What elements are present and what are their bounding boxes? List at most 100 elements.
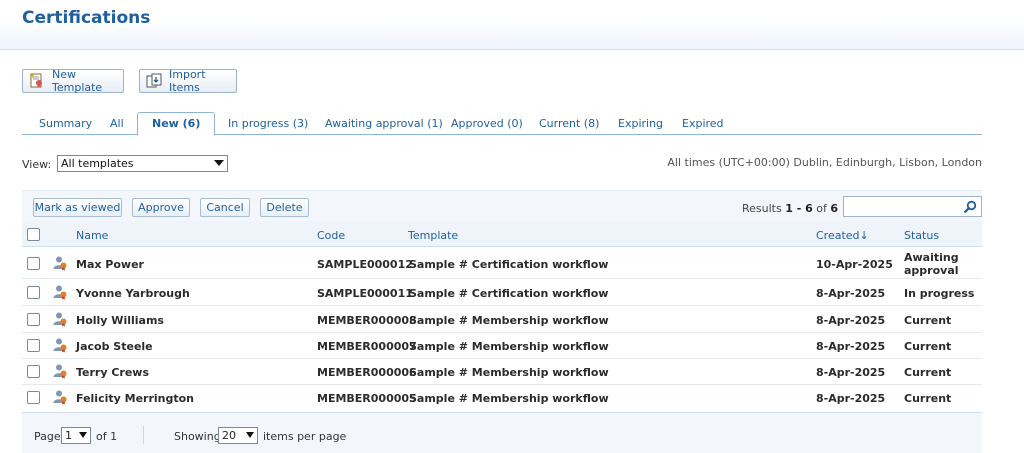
row-created: 8-Apr-2025 [816, 287, 886, 300]
column-created[interactable]: Created↓ [816, 229, 869, 242]
page-of-label: of 1 [96, 430, 118, 443]
row-code: MEMBER000007 [317, 340, 417, 353]
pager-divider [143, 426, 144, 444]
search-icon[interactable] [964, 200, 977, 213]
tab-in-progress[interactable]: In progress (3) [228, 113, 308, 135]
user-badge-icon [52, 363, 68, 379]
sort-arrow-icon: ↓ [859, 229, 869, 242]
tab-summary[interactable]: Summary [39, 113, 92, 135]
page-label: Page [34, 430, 61, 443]
tab-expiring[interactable]: Expiring [618, 113, 663, 135]
new-template-button[interactable]: New Template [22, 68, 124, 94]
row-code: SAMPLE000011 [317, 287, 413, 300]
tab-all[interactable]: All [110, 113, 124, 135]
row-status: Current [904, 314, 952, 327]
row-status: In progress [904, 287, 975, 300]
row-checkbox[interactable] [27, 286, 40, 299]
row-code: MEMBER000006 [317, 366, 417, 379]
table-row[interactable]: Jacob Steele MEMBER000007 Sample # Membe… [22, 333, 982, 359]
per-page-suffix: items per page [263, 430, 347, 443]
row-checkbox[interactable] [27, 257, 40, 270]
row-checkbox[interactable] [27, 313, 40, 326]
row-status: Current [904, 392, 952, 405]
per-page-select[interactable]: 20 [218, 427, 258, 444]
row-name[interactable]: Felicity Merrington [76, 392, 194, 405]
chevron-down-icon [214, 160, 224, 166]
search-input[interactable] [843, 196, 982, 217]
row-name[interactable]: Yvonne Yarbrough [76, 287, 190, 300]
user-badge-icon [52, 337, 68, 353]
row-name[interactable]: Jacob Steele [76, 340, 153, 353]
row-created: 10-Apr-2025 [816, 258, 893, 271]
table-header: Name Code Template Created↓ Status [22, 221, 982, 247]
row-checkbox[interactable] [27, 339, 40, 352]
results-prefix: Results [742, 202, 782, 215]
showing-label: Showing [174, 430, 221, 443]
row-template: Sample # Membership workflow [409, 340, 609, 353]
results-count: Results 1 - 6 of 6 [742, 202, 838, 215]
approve-button[interactable]: Approve [132, 198, 190, 217]
user-badge-icon [52, 311, 68, 327]
row-template: Sample # Certification workflow [409, 258, 609, 271]
pager-bar: Page 1 of 1 Showing 20 items per page [22, 412, 982, 453]
row-created: 8-Apr-2025 [816, 366, 886, 379]
table-row[interactable]: Yvonne Yarbrough SAMPLE000011 Sample # C… [22, 280, 982, 306]
view-label: View: [22, 158, 52, 171]
row-status: Awaiting [904, 251, 959, 264]
import-items-label: Import Items [169, 68, 206, 94]
page-header: Certifications [0, 0, 1024, 50]
column-code[interactable]: Code [317, 229, 345, 242]
mark-as-viewed-button[interactable]: Mark as viewed [33, 198, 122, 217]
import-icon [146, 73, 162, 89]
row-code: SAMPLE000012 [317, 258, 413, 271]
row-template: Sample # Membership workflow [409, 314, 609, 327]
column-template[interactable]: Template [408, 229, 458, 242]
row-created: 8-Apr-2025 [816, 314, 886, 327]
row-template: Sample # Membership workflow [409, 366, 609, 379]
timezone-text: All times (UTC+00:00) Dublin, Edinburgh,… [667, 156, 982, 169]
tab-awaiting-approval[interactable]: Awaiting approval (1) [325, 113, 443, 135]
row-status: Current [904, 340, 952, 353]
select-all-checkbox[interactable] [27, 228, 40, 241]
row-template: Sample # Membership workflow [409, 392, 609, 405]
page-title: Certifications [22, 8, 151, 28]
tab-approved[interactable]: Approved (0) [451, 113, 523, 135]
results-total: 6 [830, 202, 839, 215]
column-status[interactable]: Status [904, 229, 939, 242]
cancel-button[interactable]: Cancel [200, 198, 250, 217]
page-select[interactable]: 1 [61, 427, 91, 444]
row-template: Sample # Certification workflow [409, 287, 609, 300]
table-row[interactable]: Holly Williams MEMBER000008 Sample # Mem… [22, 307, 982, 333]
table-row[interactable]: Max Power SAMPLE000012 Sample # Certific… [22, 248, 982, 279]
user-badge-icon [52, 389, 68, 405]
row-created: 8-Apr-2025 [816, 392, 886, 405]
row-name[interactable]: Holly Williams [76, 314, 164, 327]
tab-current[interactable]: Current (8) [539, 113, 599, 135]
action-bar: Mark as viewed Approve Cancel Delete Res… [22, 190, 982, 221]
row-checkbox[interactable] [27, 391, 40, 404]
table-row[interactable]: Felicity Merrington MEMBER000005 Sample … [22, 385, 982, 411]
view-select[interactable]: All templates [57, 155, 228, 172]
results-of: of [816, 202, 827, 215]
row-status: Current [904, 366, 952, 379]
chevron-down-icon [246, 432, 254, 438]
row-code: MEMBER000005 [317, 392, 417, 405]
row-created: 8-Apr-2025 [816, 340, 886, 353]
column-name[interactable]: Name [76, 229, 108, 242]
table-row[interactable]: Terry Crews MEMBER000006 Sample # Member… [22, 359, 982, 385]
new-template-label: New Template [52, 68, 103, 94]
column-created-label: Created [816, 229, 860, 242]
import-items-button[interactable]: Import Items [139, 68, 237, 94]
row-status-line2: approval [904, 264, 959, 277]
delete-button[interactable]: Delete [260, 198, 309, 217]
page-select-value: 1 [65, 429, 72, 442]
row-name[interactable]: Max Power [76, 258, 144, 271]
user-badge-icon [52, 284, 68, 300]
chevron-down-icon [79, 432, 87, 438]
row-checkbox[interactable] [27, 365, 40, 378]
row-name[interactable]: Terry Crews [76, 366, 149, 379]
tab-new[interactable]: New (6) [137, 112, 216, 136]
view-select-value: All templates [61, 157, 134, 170]
user-badge-icon [52, 255, 68, 271]
tab-expired[interactable]: Expired [682, 113, 724, 135]
